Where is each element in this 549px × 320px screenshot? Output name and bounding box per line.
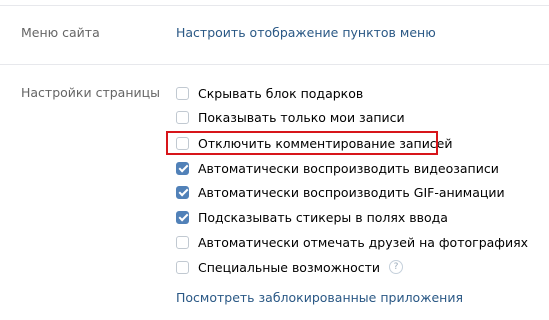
- option-only-my-posts[interactable]: Показывать только мои записи: [176, 108, 405, 126]
- option-auto-tag-friends[interactable]: Автоматически отмечать друзей на фотогра…: [176, 233, 528, 251]
- checkbox[interactable]: [176, 136, 189, 150]
- page-settings-label: Настройки страницы: [21, 85, 160, 100]
- option-accessibility[interactable]: Специальные возможности ?: [176, 258, 404, 276]
- option-label: Показывать только мои записи: [198, 109, 405, 125]
- configure-menu-link[interactable]: Настроить отображение пунктов меню: [176, 25, 436, 40]
- option-label: Отключить комментирование записей: [198, 135, 453, 151]
- settings-page: Меню сайта Настроить отображение пунктов…: [0, 0, 549, 320]
- checkbox[interactable]: [176, 185, 189, 199]
- option-label: Специальные возможности: [198, 259, 381, 275]
- option-label: Скрывать блок подарков: [198, 85, 364, 101]
- question-mark-icon[interactable]: ?: [389, 260, 404, 274]
- checkbox[interactable]: [176, 210, 189, 224]
- option-autoplay-gifs[interactable]: Автоматически воспроизводить GIF-анимаци…: [176, 183, 505, 201]
- option-label: Автоматически воспроизводить GIF-анимаци…: [198, 184, 505, 200]
- option-label: Подсказывать стикеры в полях ввода: [198, 209, 448, 225]
- checkbox[interactable]: [176, 260, 189, 274]
- option-disable-comments[interactable]: Отключить комментирование записей: [176, 134, 453, 152]
- menu-section-label: Меню сайта: [21, 25, 100, 40]
- option-label: Автоматически воспроизводить видеозаписи: [198, 160, 499, 176]
- blocked-apps-link[interactable]: Посмотреть заблокированные приложения: [176, 290, 463, 305]
- option-autoplay-videos[interactable]: Автоматически воспроизводить видеозаписи: [176, 159, 499, 177]
- option-suggest-stickers[interactable]: Подсказывать стикеры в полях ввода: [176, 208, 448, 226]
- top-border: [0, 0, 549, 6]
- checkbox[interactable]: [176, 110, 189, 124]
- checkbox[interactable]: [176, 86, 189, 100]
- checkbox[interactable]: [176, 235, 189, 249]
- section-divider: [0, 64, 549, 65]
- option-hide-gifts[interactable]: Скрывать блок подарков: [176, 84, 363, 102]
- checkbox[interactable]: [176, 161, 189, 175]
- option-label: Автоматически отмечать друзей на фотогра…: [198, 234, 529, 250]
